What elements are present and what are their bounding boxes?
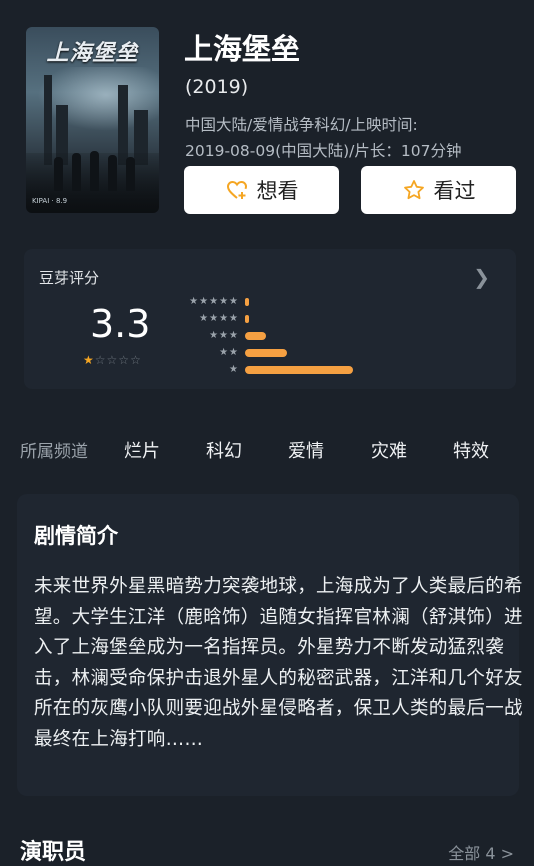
- poster-title: 上海堡垒: [46, 41, 139, 66]
- synopsis-text[interactable]: 未来世界外星黑暗势力突袭地球，上海成为了人类最后的希望。大学生江洋（鹿晗饰）追随…: [34, 572, 524, 755]
- poster-figure: [72, 153, 81, 191]
- channel-tag[interactable]: 灾难: [371, 437, 407, 463]
- channel-tag[interactable]: 爱情: [288, 437, 324, 463]
- want-to-watch-label: 想看: [256, 179, 299, 203]
- heart-plus-icon: [226, 180, 247, 199]
- star-icon: ☆: [118, 353, 131, 367]
- star-icon: ☆: [130, 353, 142, 367]
- poster-figure: [126, 157, 135, 191]
- rating-row-stars: ★: [229, 364, 239, 375]
- poster-figure: [90, 151, 99, 191]
- rating-bar: [245, 366, 353, 374]
- rating-row-stars: ★★★★★: [189, 296, 239, 307]
- star-icon: [403, 180, 424, 200]
- movie-year: (2019): [185, 76, 249, 98]
- rating-bar: [245, 332, 266, 340]
- channels-row: 所属频道 烂片 科幻 爱情 灾难 特效: [20, 437, 520, 465]
- rating-score: 3.3: [90, 302, 151, 346]
- poster-tag: KIPAI · 8.9: [32, 197, 68, 205]
- rating-row-stars: ★★★: [209, 330, 239, 341]
- rating-card[interactable]: 豆芽评分 ❯ 3.3 ★☆☆☆☆ ★★★★★ ★★★★ ★★★ ★★ ★: [24, 249, 516, 389]
- star-icon: ★: [83, 353, 95, 367]
- cast-all-link[interactable]: 全部 4 >: [448, 840, 514, 864]
- channel-tag[interactable]: 烂片: [124, 437, 160, 463]
- rating-bar: [245, 315, 250, 323]
- synopsis-card: 剧情简介 未来世界外星黑暗势力突袭地球，上海成为了人类最后的希望。大学生江洋（鹿…: [17, 494, 523, 796]
- rating-bar: [245, 349, 288, 357]
- channel-tag[interactable]: 科幻: [206, 437, 242, 463]
- synopsis-title: 剧情简介: [34, 524, 118, 548]
- movie-meta-line: 2019-08-09(中国大陆)/片长：107分钟: [185, 142, 462, 160]
- poster-building: [44, 75, 52, 165]
- watched-label: 看过: [433, 179, 476, 203]
- rating-label: 豆芽评分: [39, 269, 100, 287]
- star-icon: ☆: [94, 353, 107, 367]
- star-icon: ☆: [106, 353, 119, 367]
- movie-title: 上海堡垒: [184, 32, 301, 66]
- poster-figure: [54, 157, 63, 191]
- channels-label: 所属频道: [20, 442, 88, 462]
- poster-figure: [108, 155, 117, 191]
- chevron-right-icon[interactable]: ❯: [473, 265, 490, 289]
- rating-bar: [245, 298, 250, 306]
- watched-button[interactable]: 看过: [361, 166, 516, 214]
- channel-tag[interactable]: 特效: [453, 437, 489, 463]
- want-to-watch-button[interactable]: 想看: [184, 166, 339, 214]
- cast-title: 演职员: [20, 840, 87, 865]
- movie-meta: 中国大陆/爱情战争科幻/上映时间: 2019-08-09(中国大陆)/片长：10…: [185, 112, 515, 164]
- rating-row-stars: ★★★★: [199, 313, 239, 324]
- rating-stars: ★☆☆☆☆: [83, 353, 142, 367]
- movie-meta-line: 中国大陆/爱情战争科幻/上映时间:: [185, 116, 418, 134]
- movie-poster[interactable]: 上海堡垒 KIPAI · 8.9: [26, 27, 159, 213]
- rating-row-stars: ★★: [219, 347, 239, 358]
